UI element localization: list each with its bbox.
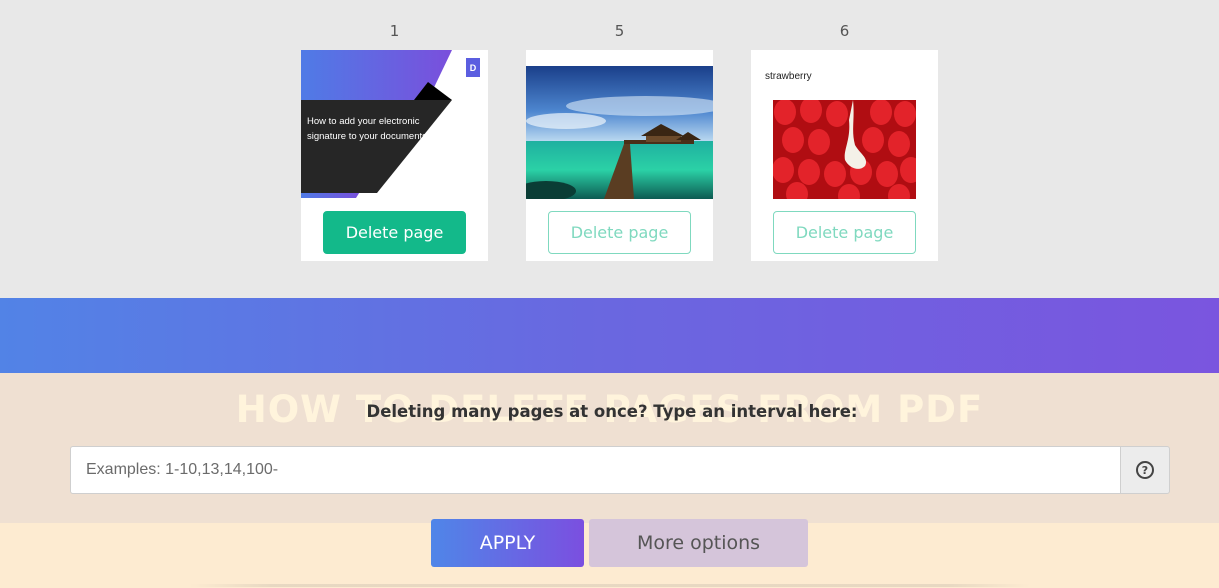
delete-page-button[interactable]: Delete page — [323, 211, 466, 254]
apply-button[interactable]: APPLY — [431, 519, 584, 567]
page-number: 1 — [389, 22, 400, 40]
faded-paragraph — [190, 578, 1030, 588]
page-thumbnail[interactable]: strawberry Delete page — [751, 50, 938, 261]
help-button[interactable]: ? — [1120, 446, 1170, 494]
question-circle-icon: ? — [1136, 461, 1154, 479]
more-options-button[interactable]: More options — [589, 519, 808, 567]
page-thumbnail[interactable]: D How to add your electronic signature t… — [301, 50, 488, 261]
tropical-pier-photo — [526, 66, 713, 199]
strawberries-photo — [773, 100, 916, 199]
page-thumbnails-area: 1 D How to add your electronic signature… — [0, 0, 1219, 298]
delete-page-button[interactable]: Delete page — [548, 211, 691, 254]
interval-input[interactable] — [70, 446, 1121, 494]
page-thumbnail[interactable]: Delete page — [526, 50, 713, 261]
thumbnail-label: strawberry — [765, 71, 812, 82]
page-number: 5 — [614, 22, 625, 40]
page-number: 6 — [839, 22, 850, 40]
interval-label: Deleting many pages at once? Type an int… — [366, 402, 858, 421]
delete-page-button[interactable]: Delete page — [773, 211, 916, 254]
gradient-banner — [0, 298, 1219, 373]
thumbnail-title: How to add your electronic signature to … — [307, 116, 427, 142]
logo-badge: D — [466, 58, 480, 77]
